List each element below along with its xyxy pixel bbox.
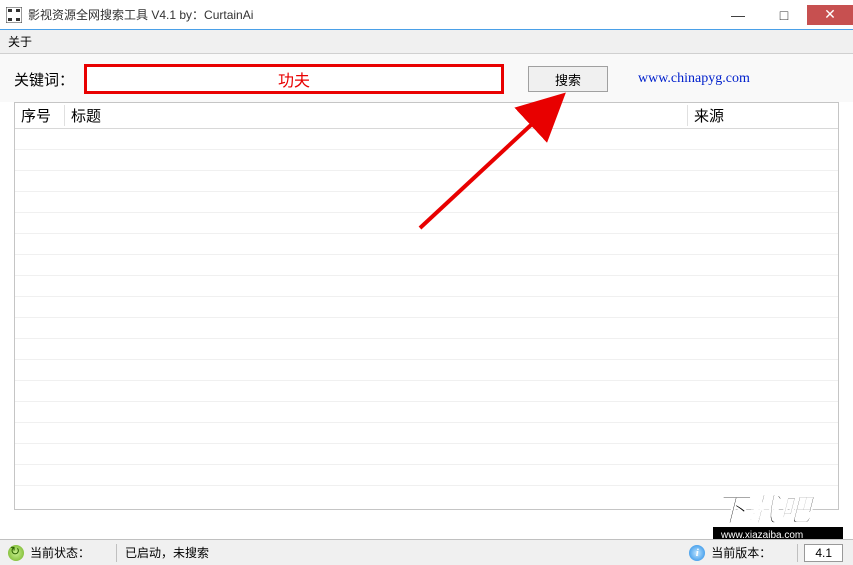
- table-row: [15, 150, 838, 171]
- table-row: [15, 465, 838, 486]
- maximize-button[interactable]: □: [761, 5, 807, 25]
- search-label: 关键词：: [14, 69, 84, 90]
- status-icon: [8, 545, 24, 561]
- table-row: [15, 297, 838, 318]
- table-row: [15, 213, 838, 234]
- menubar: 关于: [0, 30, 853, 54]
- info-icon: i: [689, 545, 705, 561]
- site-link[interactable]: www.chinapyg.com: [638, 71, 750, 87]
- status-value: 已启动，未搜索: [125, 544, 209, 561]
- search-input-wrap: [84, 64, 504, 94]
- minimize-button[interactable]: —: [715, 5, 761, 25]
- search-input[interactable]: [87, 67, 501, 91]
- close-button[interactable]: ✕: [807, 5, 853, 25]
- col-source[interactable]: 来源: [688, 105, 838, 126]
- status-label: 当前状态：: [30, 544, 90, 561]
- table-row: [15, 360, 838, 381]
- col-title[interactable]: 标题: [65, 105, 688, 126]
- titlebar: 影视资源全网搜索工具 V4.1 by：CurtainAi — □ ✕: [0, 0, 853, 30]
- version-label: 当前版本：: [711, 544, 771, 561]
- table-header: 序号 标题 来源: [15, 103, 838, 129]
- table-row: [15, 192, 838, 213]
- table-row: [15, 171, 838, 192]
- table-row: [15, 423, 838, 444]
- table-row: [15, 129, 838, 150]
- table-row: [15, 402, 838, 423]
- app-icon: [6, 7, 22, 23]
- results-table[interactable]: 序号 标题 来源: [14, 102, 839, 510]
- table-row: [15, 318, 838, 339]
- col-num[interactable]: 序号: [15, 105, 65, 126]
- table-row: [15, 255, 838, 276]
- search-button[interactable]: 搜索: [528, 66, 608, 92]
- table-row: [15, 234, 838, 255]
- search-area: 关键词： 搜索 www.chinapyg.com: [0, 54, 853, 102]
- table-row: [15, 381, 838, 402]
- menu-about[interactable]: 关于: [8, 33, 32, 50]
- window-title: 影视资源全网搜索工具 V4.1 by：CurtainAi: [28, 6, 715, 23]
- statusbar: 当前状态： 已启动，未搜索 i 当前版本： 4.1: [0, 539, 853, 565]
- table-row: [15, 444, 838, 465]
- version-value: 4.1: [804, 544, 843, 562]
- table-row: [15, 276, 838, 297]
- table-row: [15, 339, 838, 360]
